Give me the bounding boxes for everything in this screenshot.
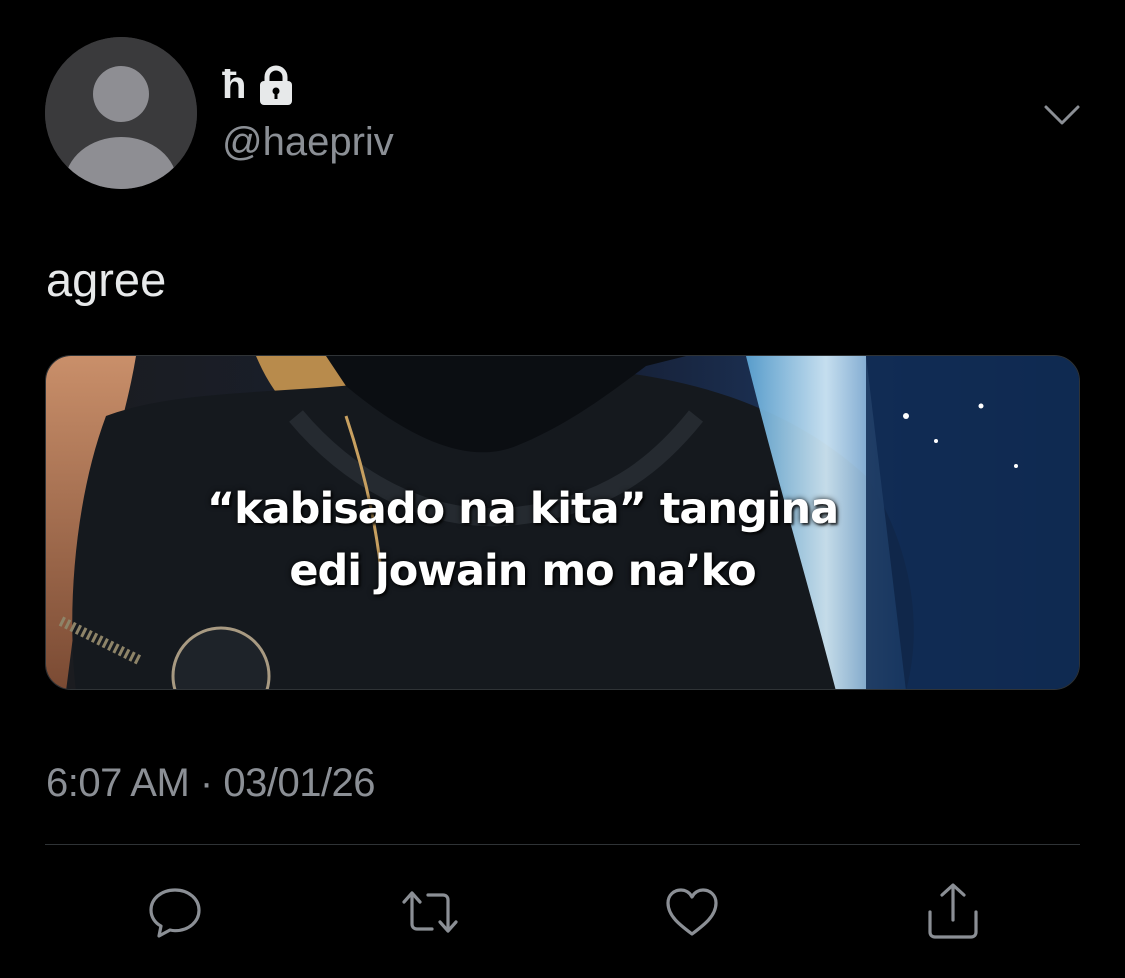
tweet-timestamp[interactable]: 6:07 AM · 03/01/26 [46, 758, 376, 808]
reply-icon [149, 888, 201, 938]
default-avatar-icon [45, 37, 197, 189]
retweet-button[interactable] [398, 880, 462, 944]
tweet-date: 03/01/26 [223, 761, 376, 805]
media-caption-line: “kabisado na kita” tangina [206, 484, 839, 534]
retweet-icon [402, 891, 458, 933]
tweet-media[interactable]: “kabisado na kita” tangina edi jowain mo… [45, 355, 1080, 690]
tweet-text: agree [46, 253, 167, 306]
divider [45, 844, 1080, 845]
media-caption: “kabisado na kita” tangina edi jowain mo… [46, 478, 1039, 602]
more-options-button[interactable] [1038, 92, 1086, 140]
timestamp-separator: · [199, 761, 213, 805]
share-button[interactable] [921, 880, 985, 944]
lock-icon [260, 65, 293, 105]
like-icon [666, 888, 718, 936]
media-caption-line: edi jowain mo na’ko [289, 546, 756, 596]
avatar[interactable] [45, 37, 197, 189]
author-name-row[interactable]: ħ [222, 62, 296, 108]
reply-button[interactable] [143, 880, 207, 944]
share-icon [928, 883, 978, 939]
chevron-down-icon [1044, 105, 1080, 125]
author-handle[interactable]: @haepriv [222, 118, 394, 166]
tweet-time: 6:07 AM [46, 761, 190, 805]
display-name[interactable]: ħ [222, 62, 246, 108]
like-button[interactable] [660, 880, 724, 944]
